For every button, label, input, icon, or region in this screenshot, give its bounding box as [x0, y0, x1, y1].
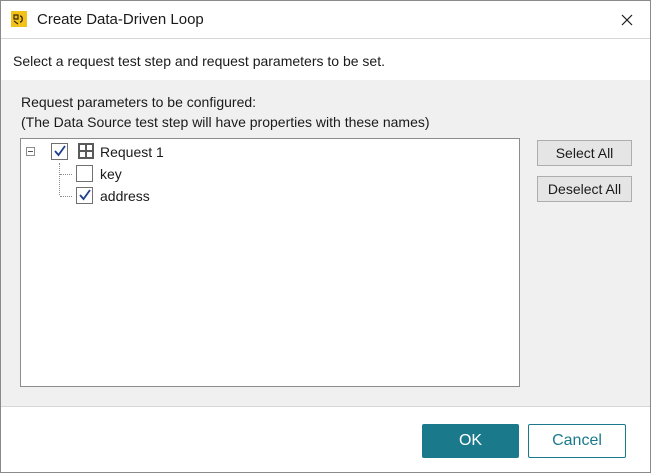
parameters-label: Request parameters to be configured: — [21, 94, 257, 110]
rest-request-icon — [78, 143, 94, 159]
create-data-driven-loop-dialog: Create Data-Driven Loop Select a request… — [0, 0, 651, 473]
soapui-app-icon — [11, 11, 27, 27]
ok-button[interactable]: OK — [422, 424, 519, 458]
collapse-toggle-icon[interactable] — [26, 147, 35, 156]
tree-branch — [60, 196, 72, 197]
dialog-title: Create Data-Driven Loop — [37, 11, 204, 28]
deselect-all-button[interactable]: Deselect All — [537, 176, 632, 202]
instruction-band: Select a request test step and request p… — [1, 38, 650, 81]
checkmark-icon — [54, 145, 66, 157]
close-icon — [621, 14, 633, 25]
title-bar[interactable]: Create Data-Driven Loop — [1, 1, 650, 38]
checkmark-icon — [79, 189, 91, 201]
cancel-button[interactable]: Cancel — [528, 424, 626, 458]
parameters-note: (The Data Source test step will have pro… — [21, 114, 430, 130]
address-checkbox[interactable] — [76, 187, 93, 204]
key-checkbox[interactable] — [76, 165, 93, 182]
tree-row-address[interactable]: address — [21, 185, 519, 207]
content-area: Request parameters to be configured: (Th… — [1, 80, 650, 406]
request-label: Request 1 — [100, 144, 164, 160]
instruction-text: Select a request test step and request p… — [13, 53, 385, 69]
parameters-tree[interactable]: Request 1 key address — [20, 138, 520, 387]
tree-row-request[interactable]: Request 1 — [21, 141, 519, 163]
tree-branch — [60, 174, 72, 175]
request-checkbox[interactable] — [51, 143, 68, 160]
select-all-button[interactable]: Select All — [537, 140, 632, 166]
tree-row-key[interactable]: key — [21, 163, 519, 185]
close-button[interactable] — [604, 1, 650, 38]
dialog-footer: OK Cancel — [1, 406, 650, 472]
param-label-address: address — [100, 188, 150, 204]
param-label-key: key — [100, 166, 122, 182]
